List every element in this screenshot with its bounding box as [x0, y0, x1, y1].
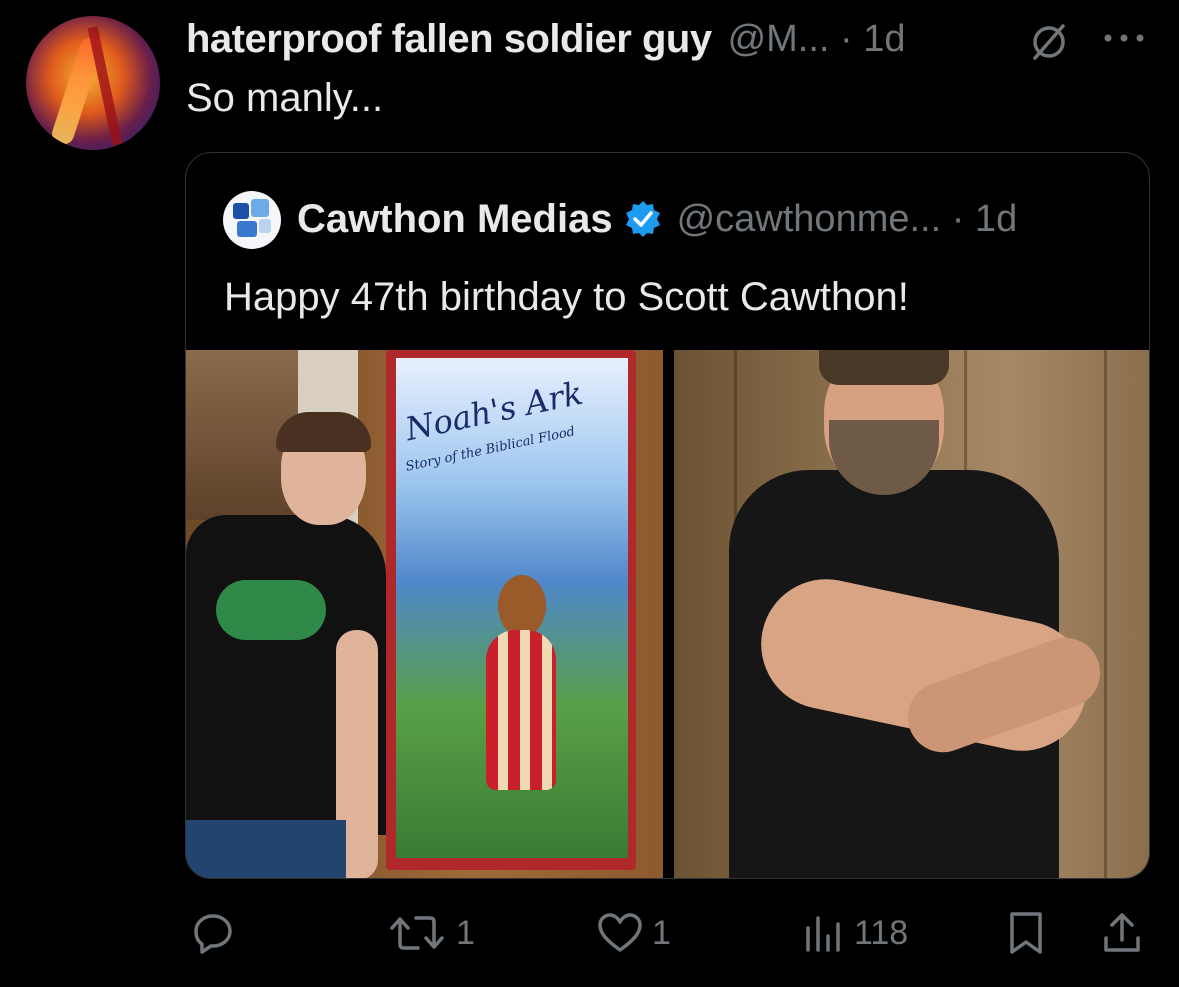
photo-left[interactable]: Noah's Ark Story of the Biblical Flood: [186, 350, 663, 878]
share-icon: [1104, 913, 1140, 952]
tweet-text: So manly...: [186, 76, 384, 120]
quoted-avatar[interactable]: [223, 191, 281, 249]
bookmark-icon: [1010, 912, 1042, 954]
more-icon[interactable]: [1100, 28, 1148, 48]
views-icon: [806, 916, 840, 952]
wall-panel-line: [1104, 350, 1107, 878]
reply-button[interactable]: [190, 895, 244, 971]
quoted-display-name[interactable]: Cawthon Medias: [297, 197, 613, 242]
person-right-hair: [819, 350, 949, 385]
shirt-graphic: [216, 580, 326, 640]
quoted-header: Cawthon Medias @cawthonme... · 1d: [297, 195, 1017, 243]
verified-badge-icon: [625, 201, 660, 237]
avatar-art-accent: [87, 26, 123, 146]
tweet[interactable]: haterproof fallen soldier guy @M... · 1d…: [0, 0, 1179, 987]
muted-icon[interactable]: [1027, 20, 1071, 64]
photo-right[interactable]: [674, 350, 1149, 878]
tweet-header: haterproof fallen soldier guy @M... · 1d: [186, 14, 906, 64]
bookmark-button[interactable]: [1006, 895, 1046, 971]
retweet-icon: [390, 916, 444, 950]
person-left-jeans: [186, 820, 346, 878]
like-button[interactable]: 1: [596, 895, 671, 971]
quoted-text: Happy 47th birthday to Scott Cawthon!: [224, 275, 909, 319]
quoted-handle-time[interactable]: @cawthonme... · 1d: [677, 198, 1018, 241]
author-display-name[interactable]: haterproof fallen soldier guy: [186, 17, 712, 62]
author-handle-time[interactable]: @M... · 1d: [728, 18, 906, 61]
like-icon: [598, 913, 642, 952]
like-count: 1: [652, 913, 671, 952]
quoted-media: Noah's Ark Story of the Biblical Flood: [186, 350, 1149, 878]
views-count: 118: [854, 913, 909, 952]
views-button[interactable]: 118: [800, 895, 908, 971]
poster-figure-head: [498, 575, 546, 637]
retweet-button[interactable]: 1: [386, 895, 475, 971]
poster-figure-robe: [486, 630, 556, 790]
avatar[interactable]: [26, 16, 160, 150]
quoted-tweet[interactable]: Cawthon Medias @cawthonme... · 1d Happy …: [185, 152, 1150, 879]
share-button[interactable]: [1100, 895, 1144, 971]
reply-icon: [194, 914, 232, 954]
action-bar: 1 1 118: [0, 895, 1179, 971]
person-left-hair: [276, 412, 371, 452]
retweet-count: 1: [456, 913, 475, 952]
